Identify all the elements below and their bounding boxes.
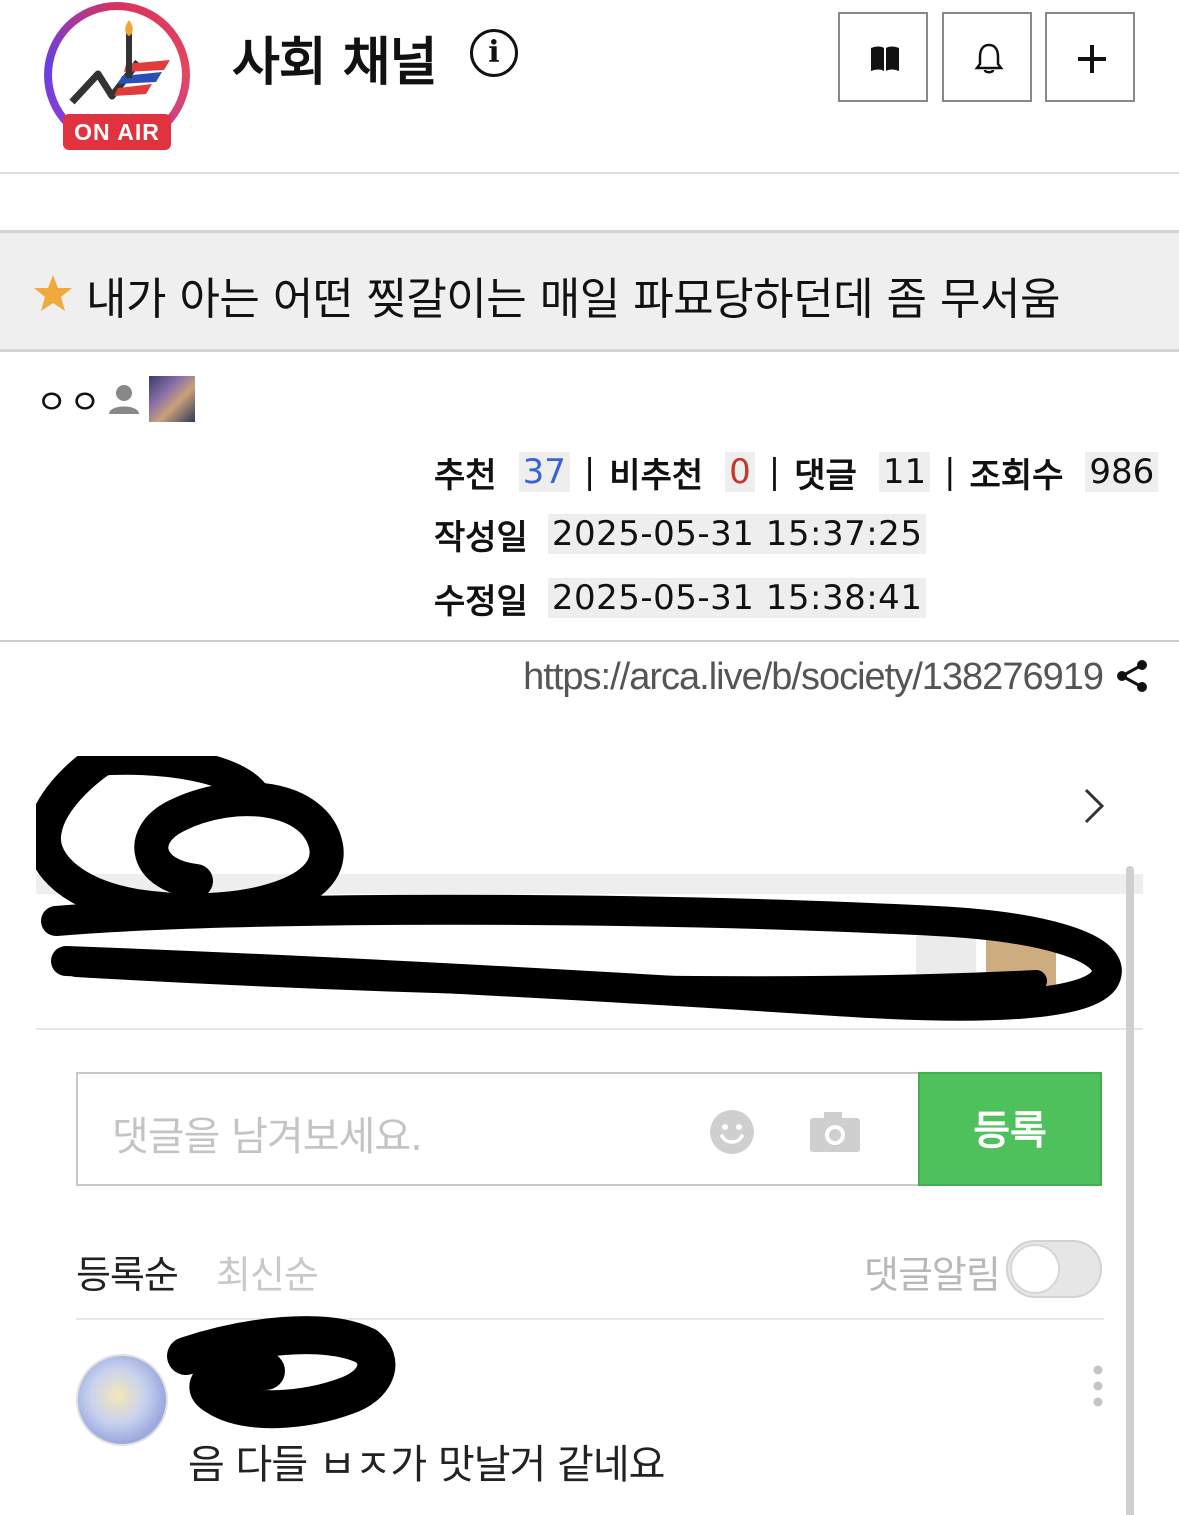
post-title: 내가 아는 어떤 찢갈이는 매일 파묘당하던데 좀 무서움 (86, 274, 1060, 325)
downvote-count: 0 (725, 452, 755, 492)
created-date-row: 작성일 2025-05-31 15:37:25 (434, 512, 927, 558)
write-post-button[interactable] (1045, 12, 1135, 102)
recommend-label: 추천 (434, 455, 497, 496)
post-author[interactable]: ㅇㅇ (36, 375, 195, 424)
post-image-screenshot: 댓글을 남겨보세요. 등록 등록순 최신순 댓글알림 음 다들 ㅂㅈ가 맛날거 … (36, 756, 1146, 1515)
created-date: 2025-05-31 15:37:25 (547, 514, 927, 554)
post-stats: 추천 37 | 비추천 0 | 댓글 11 | 조회수 986 (434, 450, 1159, 496)
modified-label: 수정일 (434, 581, 528, 622)
sort-latest-tab[interactable]: 최신순 (216, 1244, 319, 1299)
stats-separator: | (944, 452, 956, 492)
divider (0, 640, 1179, 642)
author-name[interactable]: ㅇㅇ (36, 375, 103, 424)
author-avatar (148, 376, 195, 422)
downvote-label: 비추천 (609, 455, 704, 496)
post-url[interactable]: https://arca.live/b/society/138276919 (523, 656, 1104, 699)
user-icon (108, 385, 139, 414)
comment-input[interactable]: 댓글을 남겨보세요. (76, 1072, 920, 1186)
stats-separator: | (583, 452, 596, 492)
views-label: 조회수 (969, 455, 1064, 496)
comment-notify-toggle[interactable] (1006, 1240, 1102, 1298)
post-title-bar: 내가 아는 어떤 찢갈이는 매일 파묘당하던데 좀 무서움 (0, 230, 1179, 352)
comment-count: 11 (878, 452, 931, 492)
camera-icon[interactable] (808, 1108, 862, 1154)
comment-notify-label: 댓글알림 (864, 1253, 1001, 1297)
bookmark-button[interactable] (838, 12, 928, 102)
sort-registered-tab[interactable]: 등록순 (76, 1244, 179, 1299)
emoji-icon[interactable] (708, 1108, 756, 1156)
redaction-scribble (36, 756, 1122, 1021)
bell-icon (974, 43, 1004, 74)
comment-placeholder: 댓글을 남겨보세요. (112, 1114, 423, 1160)
channel-header: ON AIR 사회 채널 i (0, 0, 1179, 174)
toggle-knob (1010, 1244, 1060, 1294)
plus-icon (1078, 45, 1106, 73)
subscribe-bell-button[interactable] (942, 12, 1032, 102)
comment-text: 음 다들 ㅂㅈ가 맛날거 같네요 (188, 1442, 665, 1488)
recommend-count: 37 (518, 452, 570, 492)
modified-date: 2025-05-31 15:38:41 (547, 578, 927, 618)
redaction-scribble (167, 1316, 396, 1429)
comments-label: 댓글 (794, 455, 857, 496)
share-icon[interactable] (1114, 658, 1150, 694)
modified-date-row: 수정일 2025-05-31 15:38:41 (434, 576, 927, 622)
commenter-avatar (76, 1354, 168, 1446)
channel-logo[interactable]: ON AIR (44, 2, 190, 150)
view-count: 986 (1085, 452, 1159, 492)
on-air-badge: ON AIR (63, 114, 171, 150)
submit-comment-button[interactable]: 등록 (918, 1072, 1102, 1186)
stats-separator: | (768, 452, 781, 492)
star-icon (34, 275, 72, 311)
channel-title[interactable]: 사회 채널 (232, 20, 437, 95)
info-icon[interactable]: i (470, 29, 518, 77)
created-label: 작성일 (434, 517, 528, 558)
book-icon (871, 46, 899, 71)
more-options-icon[interactable] (1092, 1364, 1104, 1408)
